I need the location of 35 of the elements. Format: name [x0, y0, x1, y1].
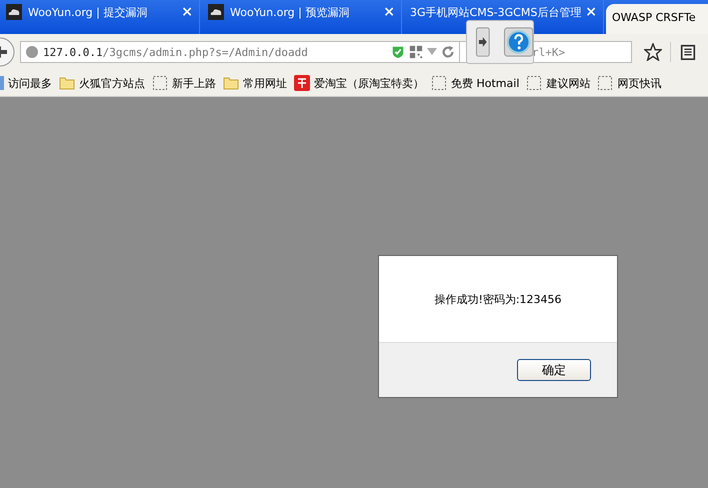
bookmark-item[interactable]: 访问最多 — [0, 76, 52, 90]
shop-icon — [294, 75, 310, 91]
page-icon — [597, 75, 614, 91]
bookmark-item[interactable]: 新手上路 — [152, 75, 216, 91]
bookmark-item[interactable]: 常用网址 — [223, 75, 287, 91]
close-icon[interactable]: × — [383, 4, 395, 20]
page-icon — [152, 75, 168, 91]
cloud-icon — [208, 4, 224, 20]
tab-title: 3G手机网站CMS-3GCMS后台管理 — [410, 4, 582, 20]
reading-list-icon[interactable] — [679, 43, 697, 61]
bookmark-item[interactable]: 爱淘宝（原淘宝特卖） — [294, 75, 424, 91]
bookmark-item[interactable]: 免费 Hotmail — [431, 75, 520, 91]
star-icon[interactable] — [644, 43, 662, 61]
address-bar[interactable]: 127.0.0.1/3gcms/admin.php?s=/Admin/doadd — [20, 41, 460, 63]
page-icon — [526, 75, 542, 91]
close-icon[interactable]: × — [585, 4, 597, 20]
browser-tab[interactable]: OWASP CRSFTe — [606, 4, 708, 34]
reload-icon[interactable] — [441, 45, 455, 59]
tab-title: OWASP CRSFTe — [612, 10, 697, 24]
folder-icon — [59, 75, 75, 91]
qr-code-icon[interactable] — [409, 45, 423, 59]
tab-title: WooYun.org | 提交漏洞 — [28, 4, 148, 20]
help-icon[interactable] — [504, 27, 533, 57]
folder-icon — [223, 75, 239, 91]
bookmark-item[interactable]: 建议网站 — [526, 75, 590, 91]
url-text: 127.0.0.1/3gcms/admin.php?s=/Admin/doadd — [43, 46, 308, 58]
close-icon[interactable]: × — [181, 4, 193, 20]
shield-icon — [391, 45, 405, 59]
page-icon — [431, 75, 447, 91]
bookmark-item[interactable]: 火狐官方站点 — [59, 75, 145, 91]
ok-button[interactable]: 确定 — [517, 359, 591, 381]
bookmark-item[interactable]: 网页快讯 — [597, 75, 662, 91]
tab-title: WooYun.org | 预览漏洞 — [230, 4, 350, 20]
dialog-message: 操作成功!密码为:123456 — [434, 292, 562, 306]
cloud-icon — [6, 4, 22, 20]
